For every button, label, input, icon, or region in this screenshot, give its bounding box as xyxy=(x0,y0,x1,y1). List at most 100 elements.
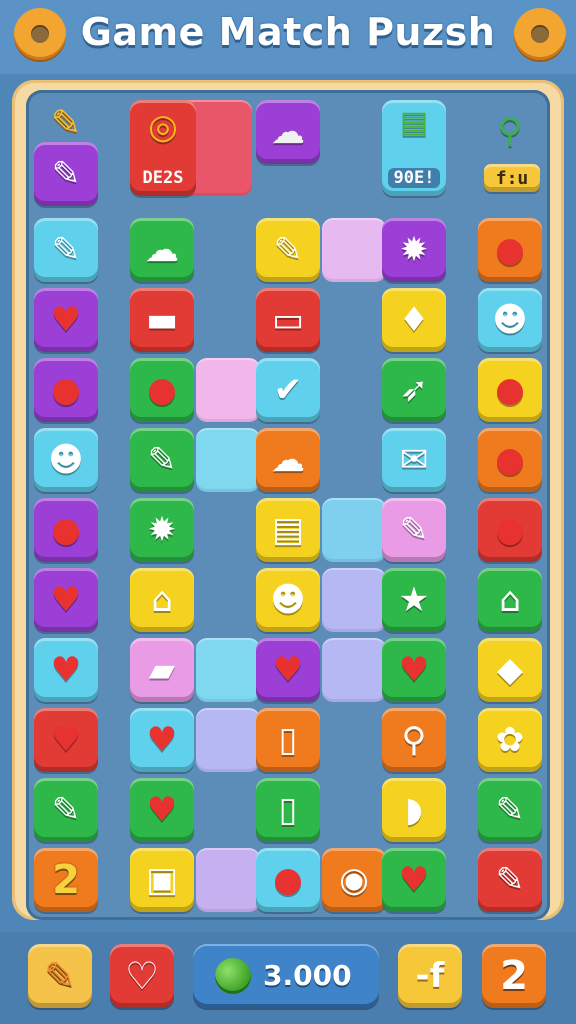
game-tile[interactable]: ♦ xyxy=(382,288,446,352)
game-tile[interactable]: ✹ xyxy=(382,218,446,282)
tag-text: f:u xyxy=(495,167,529,189)
game-tile[interactable]: ☻ xyxy=(34,428,98,492)
chat-bubble-icon: ☁ xyxy=(271,112,305,152)
game-tile[interactable]: ● xyxy=(34,498,98,562)
game-tile[interactable]: ★ xyxy=(382,568,446,632)
paint-icon: ✎ xyxy=(495,860,525,900)
brush-icon: ✎ xyxy=(495,790,525,830)
balloon-icon: ● xyxy=(495,440,525,480)
game-tile[interactable]: ▣ xyxy=(130,848,194,912)
game-tile[interactable]: ⌂ xyxy=(478,568,542,632)
heart-icon: ♥ xyxy=(146,720,178,760)
game-tile[interactable]: ✿ xyxy=(478,708,542,772)
game-tile[interactable]: ♥ xyxy=(382,638,446,702)
score-value: 3.000 xyxy=(263,959,352,992)
game-tile[interactable]: ♥ xyxy=(34,638,98,702)
game-tile[interactable]: ♥ xyxy=(256,638,320,702)
heart-icon: ♥ xyxy=(50,650,82,690)
game-title: Game Match Puzsh xyxy=(80,10,496,54)
heart-icon: ♥ xyxy=(398,650,430,690)
game-tile[interactable]: ✎ xyxy=(382,498,446,562)
game-tile[interactable]: ✎ xyxy=(478,848,542,912)
location-pin-icon: ⚲ xyxy=(497,111,523,151)
empty-cell[interactable] xyxy=(196,638,260,702)
heart-icon: ♥ xyxy=(50,580,82,620)
heart-button[interactable]: ♡ xyxy=(110,944,174,1008)
game-tile[interactable]: ▤ xyxy=(256,498,320,562)
tile-0[interactable]: ✎ xyxy=(34,142,98,206)
game-tile[interactable]: ✎ xyxy=(34,218,98,282)
game-tile[interactable]: ● xyxy=(130,358,194,422)
empty-cell[interactable] xyxy=(322,638,386,702)
game-tile[interactable]: ⚲ xyxy=(382,708,446,772)
chat-bubble-tile[interactable]: ☁ xyxy=(256,100,320,164)
game-tile[interactable]: ✎ xyxy=(256,218,320,282)
game-tile[interactable]: ✎ xyxy=(34,778,98,842)
empty-cell[interactable] xyxy=(322,498,386,562)
game-tile[interactable]: ➶ xyxy=(382,358,446,422)
level-button[interactable]: 2 xyxy=(482,944,546,1008)
game-tile[interactable]: ☁ xyxy=(256,428,320,492)
game-tile[interactable]: ▯ xyxy=(256,708,320,772)
tag-badge[interactable]: f:u xyxy=(484,164,540,192)
phone-icon: ▯ xyxy=(278,720,298,760)
empty-cell[interactable] xyxy=(196,708,260,772)
game-tile[interactable]: ⌂ xyxy=(130,568,194,632)
game-tile[interactable]: ▬ xyxy=(130,288,194,352)
game-tile[interactable]: ✉ xyxy=(382,428,446,492)
balloon-icon: ● xyxy=(495,370,525,410)
game-tile[interactable]: ☻ xyxy=(256,568,320,632)
game-tile[interactable]: ▭ xyxy=(256,288,320,352)
flower-icon: ✿ xyxy=(495,720,525,760)
badge-right-tile[interactable]: ▤ 90E! xyxy=(382,100,446,196)
eraser-icon: ▬ xyxy=(145,300,179,340)
safety-pin-icon: ✎ xyxy=(50,103,82,144)
game-tile[interactable]: ▯ xyxy=(256,778,320,842)
game-tile[interactable]: ♥ xyxy=(130,708,194,772)
game-tile[interactable]: ● xyxy=(256,848,320,912)
game-tile[interactable]: ◉ xyxy=(322,848,386,912)
power-button[interactable]: -f xyxy=(398,944,462,1008)
game-tile[interactable]: ♥ xyxy=(34,288,98,352)
ring-icon: ◎ xyxy=(148,107,178,147)
game-tile[interactable]: ◆ xyxy=(478,638,542,702)
game-tile[interactable]: ♥ xyxy=(382,848,446,912)
pencil-button[interactable]: ✎ xyxy=(28,944,92,1008)
target-icon: ◉ xyxy=(339,860,369,900)
leaf-icon: ✔ xyxy=(273,370,303,410)
cloud-icon: ☁ xyxy=(145,230,179,270)
badge-left-tile[interactable]: ◎ DE2S xyxy=(130,100,196,196)
game-tile[interactable]: ● xyxy=(34,358,98,422)
game-tile[interactable]: ● xyxy=(478,358,542,422)
car-icon: ▰ xyxy=(148,650,176,690)
game-tile[interactable]: ✔ xyxy=(256,358,320,422)
balloon-icon: ● xyxy=(51,370,81,410)
game-tile[interactable]: ☻ xyxy=(478,288,542,352)
game-tile[interactable]: ● xyxy=(478,428,542,492)
power-label: -f xyxy=(415,956,445,996)
game-tile[interactable]: ✎ xyxy=(478,778,542,842)
game-tile[interactable]: ♥ xyxy=(34,568,98,632)
score-panel: 3.000 xyxy=(193,944,379,1008)
bag-icon: ▣ xyxy=(145,860,179,900)
game-tile[interactable]: ● xyxy=(478,218,542,282)
badge-right-text: 90E! xyxy=(388,168,440,188)
pencil-icon: ✎ xyxy=(147,440,177,480)
empty-cell[interactable] xyxy=(322,218,386,282)
options-gear-icon[interactable] xyxy=(509,3,571,65)
game-tile[interactable]: ✹ xyxy=(130,498,194,562)
game-tile[interactable]: ♥ xyxy=(130,778,194,842)
balloon-icon: ● xyxy=(273,860,303,900)
game-tile[interactable]: ▰ xyxy=(130,638,194,702)
empty-cell[interactable] xyxy=(196,428,260,492)
game-tile[interactable]: ● xyxy=(478,498,542,562)
heart-icon: ♥ xyxy=(398,860,430,900)
empty-cell[interactable] xyxy=(322,568,386,632)
game-tile[interactable]: ♥ xyxy=(34,708,98,772)
game-tile[interactable]: 2 xyxy=(34,848,98,912)
game-tile[interactable]: ☁ xyxy=(130,218,194,282)
empty-cell[interactable] xyxy=(196,358,260,422)
game-tile[interactable]: ◗ xyxy=(382,778,446,842)
empty-cell[interactable] xyxy=(196,848,260,912)
game-tile[interactable]: ✎ xyxy=(130,428,194,492)
